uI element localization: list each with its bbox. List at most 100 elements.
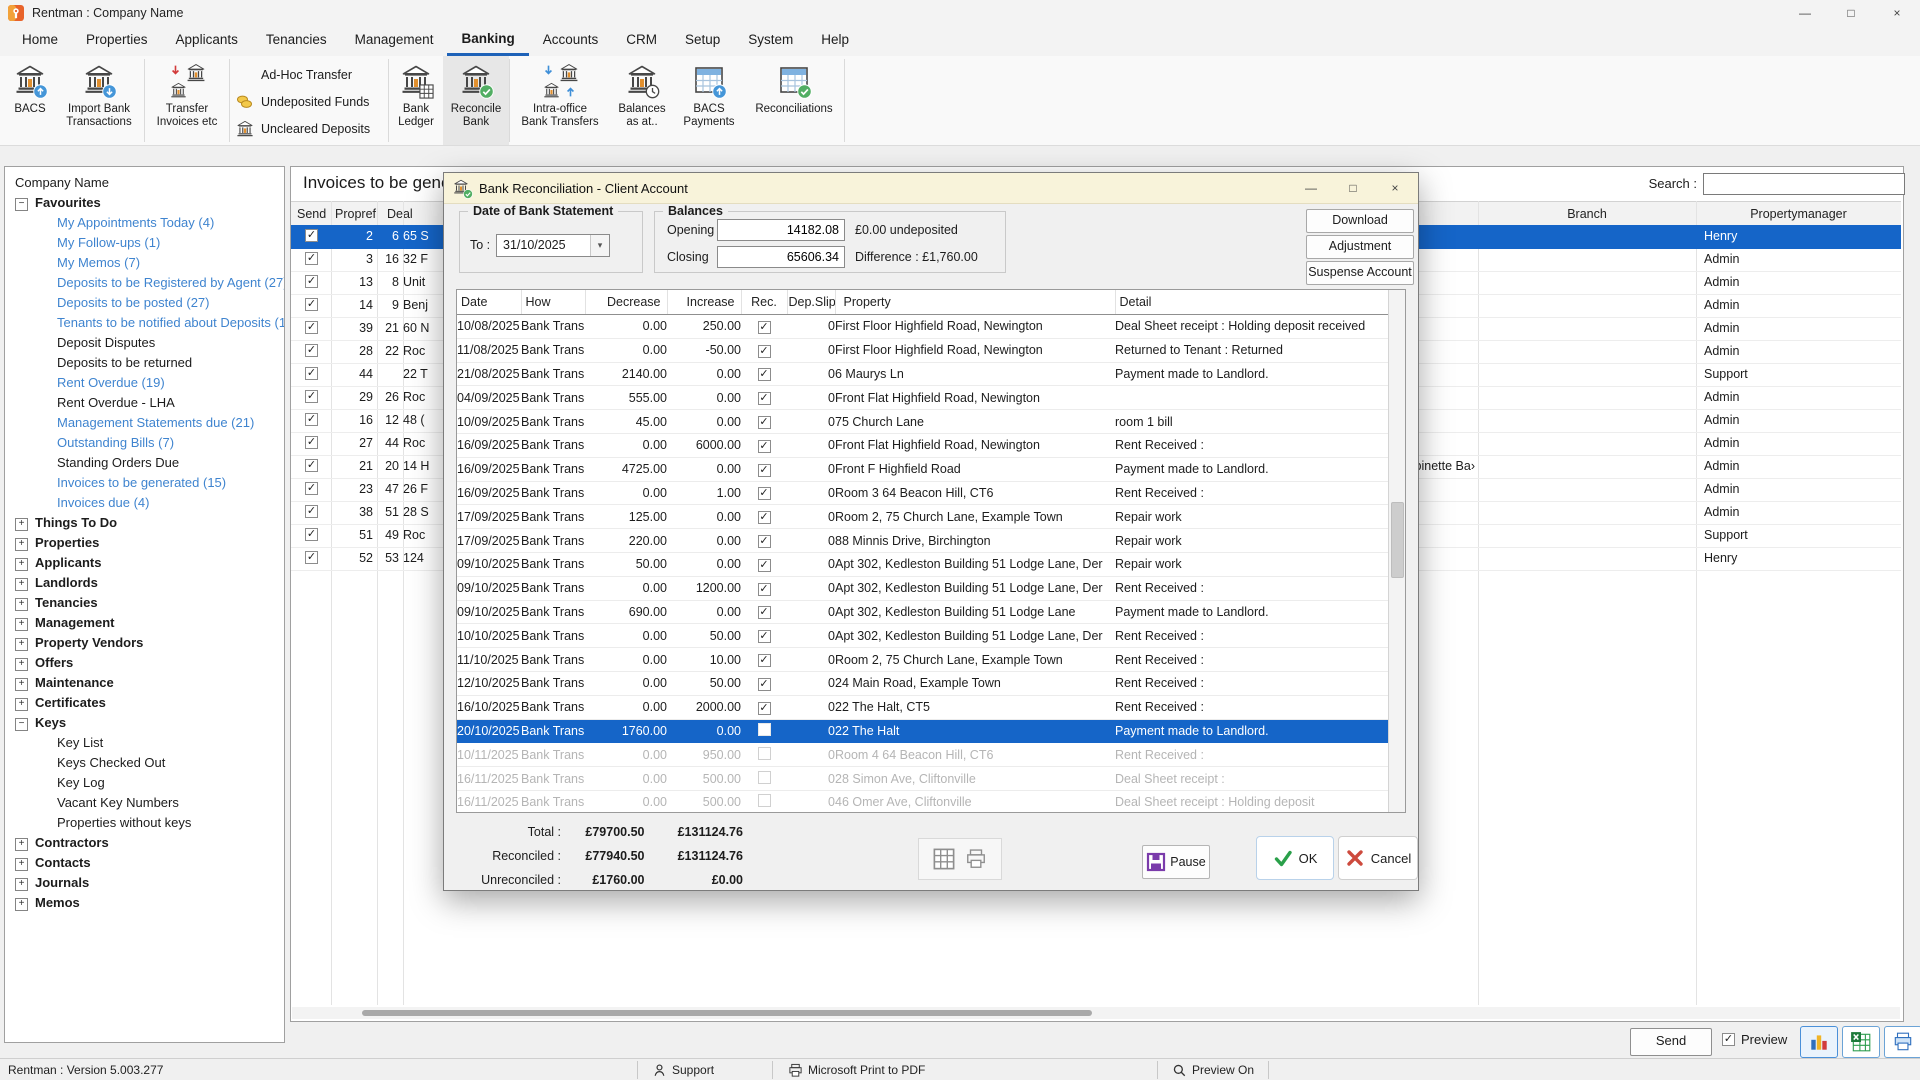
- send-checkbox[interactable]: [305, 413, 318, 426]
- preview-on-status[interactable]: Preview On: [1172, 1059, 1254, 1080]
- reconciled-checkbox[interactable]: [758, 535, 771, 548]
- sidebar-item-keys[interactable]: −Keys: [5, 713, 284, 733]
- sidebar-item-property-vendors[interactable]: +Property Vendors: [5, 633, 284, 653]
- export-table-icon[interactable]: [933, 848, 955, 870]
- reconciled-checkbox[interactable]: [758, 723, 771, 736]
- expand-icon[interactable]: +: [15, 838, 28, 851]
- expand-icon[interactable]: +: [15, 598, 28, 611]
- column-header-date[interactable]: Date: [457, 290, 521, 315]
- sidebar-item-certificates[interactable]: +Certificates: [5, 693, 284, 713]
- ribbon-button-bacs[interactable]: BACS: [6, 56, 54, 145]
- search-input[interactable]: [1703, 173, 1905, 195]
- sidebar-item-favourites[interactable]: −Favourites: [5, 193, 284, 213]
- dialog-minimize-button[interactable]: —: [1290, 173, 1332, 203]
- ribbon-button-balances-as-at[interactable]: Balancesas at..: [610, 56, 674, 145]
- reconciled-checkbox[interactable]: [758, 794, 771, 807]
- transaction-row[interactable]: 16/11/2025Bank Trans0.00500.00028 Simon …: [457, 767, 1389, 791]
- column-header-send[interactable]: Send: [297, 202, 326, 226]
- expand-icon[interactable]: +: [15, 658, 28, 671]
- expand-icon[interactable]: +: [15, 538, 28, 551]
- column-header-decrease[interactable]: Decrease: [585, 290, 667, 315]
- sidebar-item-vacant-key-numbers[interactable]: Vacant Key Numbers: [5, 793, 284, 813]
- reconciled-checkbox[interactable]: [758, 630, 771, 643]
- transaction-row[interactable]: 21/08/2025Bank Trans2140.000.0006 Maurys…: [457, 362, 1389, 386]
- cancel-button[interactable]: Cancel: [1338, 836, 1418, 880]
- menu-tab-home[interactable]: Home: [8, 26, 72, 56]
- transaction-row[interactable]: 09/10/2025Bank Trans0.001200.000Apt 302,…: [457, 576, 1389, 600]
- expand-icon[interactable]: +: [15, 698, 28, 711]
- sidebar-item-my-memos-7[interactable]: My Memos (7): [5, 253, 284, 273]
- transaction-row[interactable]: 20/10/2025Bank Trans1760.000.00022 The H…: [457, 719, 1389, 743]
- sidebar-item-invoices-due-4[interactable]: Invoices due (4): [5, 493, 284, 513]
- reconciled-checkbox[interactable]: [758, 771, 771, 784]
- send-checkbox[interactable]: [305, 436, 318, 449]
- printer-icon[interactable]: [965, 848, 987, 870]
- menu-tab-system[interactable]: System: [734, 26, 807, 56]
- maximize-button[interactable]: □: [1828, 0, 1874, 26]
- transaction-row[interactable]: 16/09/2025Bank Trans0.001.000Room 3 64 B…: [457, 481, 1389, 505]
- minimize-button[interactable]: —: [1782, 0, 1828, 26]
- expand-icon[interactable]: +: [15, 638, 28, 651]
- column-header-property[interactable]: Property: [835, 290, 1115, 315]
- sidebar-item-standing-orders-due[interactable]: Standing Orders Due: [5, 453, 284, 473]
- collapse-icon[interactable]: −: [15, 198, 28, 211]
- expand-icon[interactable]: +: [15, 578, 28, 591]
- transaction-row[interactable]: 11/08/2025Bank Trans0.00-50.000First Flo…: [457, 338, 1389, 362]
- transaction-row[interactable]: 10/11/2025Bank Trans0.00950.000Room 4 64…: [457, 743, 1389, 767]
- ribbon-button-reconciliations[interactable]: Reconciliations: [744, 56, 844, 145]
- sidebar-item-contacts[interactable]: +Contacts: [5, 853, 284, 873]
- send-checkbox[interactable]: [305, 390, 318, 403]
- menu-tab-applicants[interactable]: Applicants: [162, 26, 252, 56]
- printer-status[interactable]: Microsoft Print to PDF: [788, 1059, 925, 1080]
- dialog-close-button[interactable]: ×: [1374, 173, 1416, 203]
- sidebar-item-key-list[interactable]: Key List: [5, 733, 284, 753]
- column-header-deal[interactable]: Deal: [387, 202, 413, 226]
- menu-tab-setup[interactable]: Setup: [671, 26, 734, 56]
- sidebar-item-offers[interactable]: +Offers: [5, 653, 284, 673]
- close-button[interactable]: ×: [1874, 0, 1920, 26]
- transaction-row[interactable]: 12/10/2025Bank Trans0.0050.00024 Main Ro…: [457, 671, 1389, 695]
- sidebar-item-deposits-to-be-posted-27[interactable]: Deposits to be posted (27): [5, 293, 284, 313]
- chevron-down-icon[interactable]: ▾: [590, 235, 609, 256]
- column-header-branch[interactable]: Branch: [1478, 202, 1696, 226]
- menu-tab-tenancies[interactable]: Tenancies: [252, 26, 341, 56]
- send-checkbox[interactable]: [305, 367, 318, 380]
- menu-tab-accounts[interactable]: Accounts: [529, 26, 613, 56]
- collapse-icon[interactable]: −: [15, 718, 28, 731]
- suspense-account-button[interactable]: Suspense Account: [1306, 261, 1414, 285]
- reconciled-checkbox[interactable]: [758, 606, 771, 619]
- sidebar-item-rent-overdue-lha[interactable]: Rent Overdue - LHA: [5, 393, 284, 413]
- ribbon-button-transfer-invoices[interactable]: TransferInvoices etc: [145, 56, 229, 145]
- transaction-row[interactable]: 16/09/2025Bank Trans0.006000.000Front Fl…: [457, 433, 1389, 457]
- menu-tab-management[interactable]: Management: [341, 26, 448, 56]
- column-header-dep-slip[interactable]: Dep.Slip: [787, 290, 835, 315]
- column-header-increase[interactable]: Increase: [667, 290, 741, 315]
- reconciled-checkbox[interactable]: [758, 702, 771, 715]
- dialog-maximize-button[interactable]: □: [1332, 173, 1374, 203]
- sidebar-item-outstanding-bills-7[interactable]: Outstanding Bills (7): [5, 433, 284, 453]
- column-header-detail[interactable]: Detail: [1115, 290, 1389, 315]
- expand-icon[interactable]: +: [15, 678, 28, 691]
- expand-icon[interactable]: +: [15, 878, 28, 891]
- sidebar-item-contractors[interactable]: +Contractors: [5, 833, 284, 853]
- opening-balance-input[interactable]: [717, 219, 845, 241]
- sidebar-item-tenancies[interactable]: +Tenancies: [5, 593, 284, 613]
- horizontal-scrollbar[interactable]: [292, 1007, 1900, 1019]
- transaction-row[interactable]: 09/10/2025Bank Trans690.000.000Apt 302, …: [457, 600, 1389, 624]
- ribbon-button-undeposited-funds[interactable]: Undeposited Funds: [230, 88, 388, 115]
- sidebar-item-company-name[interactable]: Company Name: [5, 173, 284, 193]
- sidebar-item-management[interactable]: +Management: [5, 613, 284, 633]
- sidebar-item-key-log[interactable]: Key Log: [5, 773, 284, 793]
- sidebar-item-things-to-do[interactable]: +Things To Do: [5, 513, 284, 533]
- send-checkbox[interactable]: [305, 551, 318, 564]
- reconciled-checkbox[interactable]: [758, 487, 771, 500]
- expand-icon[interactable]: +: [15, 858, 28, 871]
- print-button[interactable]: [1884, 1026, 1920, 1058]
- transaction-row[interactable]: 16/09/2025Bank Trans4725.000.000Front F …: [457, 457, 1389, 481]
- reconciled-checkbox[interactable]: [758, 583, 771, 596]
- sidebar-item-maintenance[interactable]: +Maintenance: [5, 673, 284, 693]
- send-checkbox[interactable]: [305, 528, 318, 541]
- reconciled-checkbox[interactable]: [758, 416, 771, 429]
- reconciled-checkbox[interactable]: [758, 678, 771, 691]
- reconciled-checkbox[interactable]: [758, 440, 771, 453]
